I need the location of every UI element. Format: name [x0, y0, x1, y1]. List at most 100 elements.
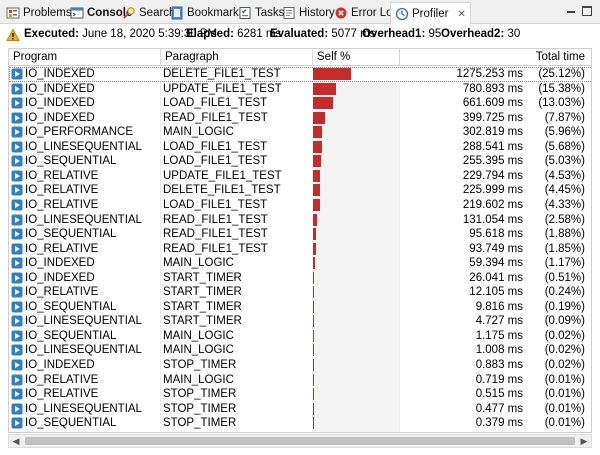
table-row[interactable]: IO_SEQUENTIAL STOP_TIMER 0.379 ms (0.01%)	[9, 416, 591, 431]
table-row[interactable]: IO_PERFORMANCE MAIN_LOGIC 302.819 ms (5.96%…	[9, 125, 591, 140]
table-row[interactable]: IO_SEQUENTIAL MAIN_LOGIC 1.175 ms (0.02%)	[9, 329, 591, 344]
column-divider[interactable]	[160, 49, 161, 66]
total-time-cell: 26.041 ms	[469, 271, 523, 284]
column-divider[interactable]	[312, 49, 313, 66]
table-row[interactable]: IO_INDEXED STOP_TIMER 0.883 ms (0.02%)	[9, 358, 591, 373]
program-run-icon	[11, 112, 23, 124]
warning-icon	[6, 28, 20, 42]
column-header-paragraph[interactable]: Paragraph	[165, 51, 219, 63]
tab-tasks[interactable]: Tasks	[238, 2, 284, 23]
self-percent-cell	[313, 213, 398, 226]
self-percent-cell	[313, 198, 398, 211]
total-time-cell: 131.054 ms	[462, 213, 523, 226]
total-percent-cell: (0.09%)	[544, 315, 585, 328]
tab-profiler-close-icon[interactable]: ✕	[457, 9, 465, 20]
total-percent-cell: (25.12%)	[538, 68, 585, 80]
tab-history[interactable]: History	[282, 2, 335, 23]
program-cell: IO_RELATIVE	[25, 286, 99, 299]
program-run-icon	[11, 417, 23, 429]
table-row[interactable]: IO_INDEXED UPDATE_FILE1_TEST 780.893 ms (15…	[9, 82, 591, 97]
self-percent-bar	[313, 198, 320, 211]
tab-bookmarks-label: Bookmarks	[187, 6, 245, 19]
program-run-icon	[11, 374, 23, 386]
table-row[interactable]: IO_LINESEQUENTIAL STOP_TIMER 0.477 ms (0.01…	[9, 402, 591, 417]
paragraph-cell: MAIN_LOGIC	[163, 329, 234, 342]
column-header-total-time[interactable]: Total time	[536, 51, 585, 63]
self-percent-bar	[313, 82, 337, 95]
total-time-cell: 59.394 ms	[469, 257, 523, 270]
scroll-right-icon[interactable]: ▶	[577, 435, 591, 447]
self-percent-cell	[313, 388, 398, 401]
total-time-cell: 255.395 ms	[462, 155, 523, 168]
table-row[interactable]: IO_RELATIVE START_TIMER 12.105 ms (0.24%)	[9, 285, 591, 300]
self-percent-cell	[313, 97, 398, 110]
program-cell: IO_SEQUENTIAL	[25, 329, 117, 342]
total-time-cell: 661.609 ms	[462, 97, 523, 110]
table-row[interactable]: IO_INDEXED DELETE_FILE1_TEST 1275.253 ms (2…	[9, 67, 591, 82]
total-percent-cell: (0.01%)	[544, 388, 585, 401]
tab-profiler[interactable]: Profiler ✕	[390, 2, 471, 25]
total-percent-cell: (1.88%)	[544, 228, 585, 241]
table-row[interactable]: IO_INDEXED READ_FILE1_TEST 399.725 ms (7.87…	[9, 111, 591, 126]
self-percent-bar	[313, 213, 317, 226]
table-row[interactable]: IO_RELATIVE MAIN_LOGIC 0.719 ms (0.01%)	[9, 373, 591, 388]
overhead1-label: Overhead1:	[362, 28, 426, 40]
program-run-icon	[11, 359, 23, 371]
total-time-cell: 399.725 ms	[462, 111, 523, 124]
table-row[interactable]: IO_RELATIVE STOP_TIMER 0.515 ms (0.01%)	[9, 387, 591, 402]
scroll-left-icon[interactable]: ◀	[9, 435, 23, 447]
program-run-icon	[11, 68, 23, 80]
self-percent-bar	[313, 111, 325, 124]
program-cell: IO_INDEXED	[25, 359, 95, 371]
table-row[interactable]: IO_INDEXED LOAD_FILE1_TEST 661.609 ms (13.0…	[9, 96, 591, 111]
problems-icon	[6, 6, 20, 20]
total-percent-cell: (0.01%)	[544, 402, 585, 415]
table-row[interactable]: IO_LINESEQUENTIAL START_TIMER 4.727 ms (0.0…	[9, 314, 591, 329]
table-row[interactable]: IO_LINESEQUENTIAL LOAD_FILE1_TEST 288.541 …	[9, 140, 591, 155]
table-row[interactable]: IO_INDEXED START_TIMER 26.041 ms (0.51%)	[9, 271, 591, 286]
table-row[interactable]: IO_INDEXED MAIN_LOGIC 59.394 ms (1.17%)	[9, 256, 591, 271]
minimize-icon[interactable]	[566, 6, 576, 16]
paragraph-cell: READ_FILE1_TEST	[163, 242, 268, 255]
column-header-self[interactable]: Self %	[317, 51, 350, 63]
table-row[interactable]: IO_SEQUENTIAL READ_FILE1_TEST 95.618 ms (1.…	[9, 227, 591, 242]
tab-search[interactable]: Search	[122, 2, 175, 23]
program-cell: IO_RELATIVE	[25, 242, 99, 255]
table-row[interactable]: IO_RELATIVE DELETE_FILE1_TEST 225.999 ms (4…	[9, 183, 591, 198]
paragraph-cell: DELETE_FILE1_TEST	[163, 68, 281, 80]
scrollbar-thumb[interactable]	[25, 437, 575, 445]
program-run-icon	[11, 403, 23, 415]
total-percent-cell: (4.53%)	[544, 169, 585, 182]
total-time-cell: 4.727 ms	[475, 315, 523, 328]
table-row[interactable]: IO_LINESEQUENTIAL READ_FILE1_TEST 131.054 …	[9, 213, 591, 228]
horizontal-scrollbar[interactable]: ◀ ▶	[8, 434, 592, 448]
program-run-icon	[11, 170, 23, 182]
overhead2-value: 30	[507, 28, 521, 40]
table-row[interactable]: IO_SEQUENTIAL LOAD_FILE1_TEST 255.395 ms (5…	[9, 154, 591, 169]
program-run-icon	[11, 272, 23, 284]
maximize-icon[interactable]	[582, 6, 592, 16]
self-percent-cell	[313, 68, 398, 80]
program-cell: IO_RELATIVE	[25, 373, 99, 386]
table-row[interactable]: IO_LINESEQUENTIAL MAIN_LOGIC 1.008 ms (0.02…	[9, 343, 591, 358]
total-percent-cell: (0.02%)	[544, 344, 585, 357]
paragraph-cell: START_TIMER	[163, 300, 242, 313]
table-row[interactable]: IO_RELATIVE UPDATE_FILE1_TEST 229.794 ms (4…	[9, 169, 591, 184]
program-run-icon	[11, 315, 23, 327]
total-percent-cell: (15.38%)	[538, 82, 585, 95]
self-percent-cell	[313, 169, 398, 182]
table-row[interactable]: IO_SEQUENTIAL START_TIMER 9.816 ms (0.19%)	[9, 300, 591, 315]
tab-problems[interactable]: Problems	[6, 2, 72, 23]
self-percent-cell	[313, 315, 398, 328]
table-row[interactable]: IO_RELATIVE LOAD_FILE1_TEST 219.602 ms (4.3…	[9, 198, 591, 213]
table-row[interactable]: IO_RELATIVE READ_FILE1_TEST 93.749 ms (1.85…	[9, 242, 591, 257]
executed-label: Executed:	[24, 28, 79, 40]
program-run-icon	[11, 243, 23, 255]
program-run-icon	[11, 214, 23, 226]
column-header-program[interactable]: Program	[13, 51, 57, 63]
program-cell: IO_RELATIVE	[25, 169, 99, 182]
program-cell: IO_LINESEQUENTIAL	[25, 140, 142, 153]
error-log-icon	[334, 6, 348, 20]
column-divider[interactable]	[399, 49, 400, 66]
tab-bookmarks[interactable]: Bookmarks	[170, 2, 245, 23]
